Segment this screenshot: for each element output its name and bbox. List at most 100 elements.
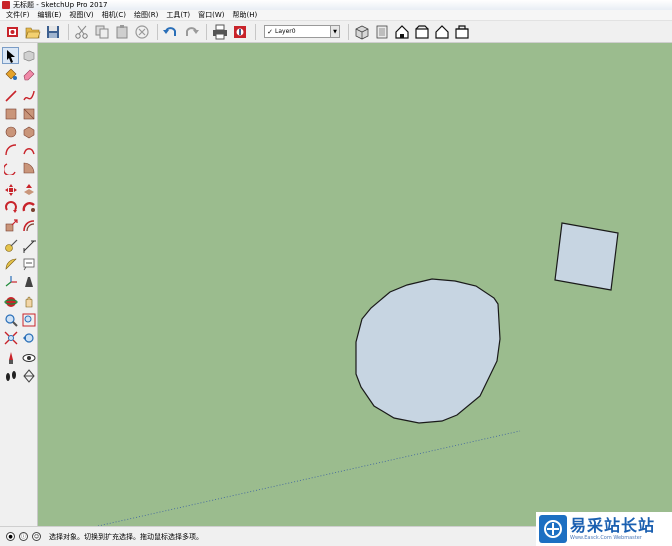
rectangle-icon[interactable] bbox=[2, 105, 19, 122]
layer-value: Layer0 bbox=[275, 28, 296, 35]
watermark: 易采站长站 Www.Easck.Com Webmaster bbox=[536, 512, 672, 546]
sketchup-app-icon bbox=[2, 1, 10, 9]
chevron-down-icon[interactable]: ▼ bbox=[330, 26, 339, 37]
viewport-scene bbox=[38, 43, 672, 526]
3d-text-icon[interactable] bbox=[20, 273, 37, 290]
save-icon[interactable] bbox=[44, 23, 62, 41]
rotate-icon[interactable] bbox=[2, 199, 19, 216]
copy-icon[interactable] bbox=[93, 23, 111, 41]
look-around-icon[interactable] bbox=[20, 349, 37, 366]
protractor-icon[interactable] bbox=[2, 255, 19, 272]
top-view-icon[interactable] bbox=[373, 23, 391, 41]
watermark-logo-icon bbox=[539, 515, 567, 543]
follow-me-icon[interactable] bbox=[20, 199, 37, 216]
open-icon[interactable] bbox=[24, 23, 42, 41]
main-toolbar: ✓ Layer0 ▼ bbox=[0, 21, 672, 43]
section-plane-icon[interactable] bbox=[20, 367, 37, 384]
undo-icon[interactable] bbox=[162, 23, 180, 41]
offset-icon[interactable] bbox=[20, 217, 37, 234]
line-icon[interactable] bbox=[2, 87, 19, 104]
zoom-window-icon[interactable] bbox=[20, 311, 37, 328]
toolbar-separator bbox=[68, 23, 69, 40]
tool-row bbox=[2, 141, 38, 158]
tool-row bbox=[2, 255, 38, 272]
previous-view-icon[interactable] bbox=[20, 329, 37, 346]
make-component-icon[interactable] bbox=[20, 47, 37, 64]
menu-file[interactable]: 文件(F) bbox=[2, 10, 34, 20]
tool-row bbox=[2, 367, 38, 384]
position-camera-icon[interactable] bbox=[2, 349, 19, 366]
cut-icon[interactable] bbox=[73, 23, 91, 41]
tool-row bbox=[2, 273, 38, 290]
back-view-icon[interactable] bbox=[433, 23, 451, 41]
model-info-icon[interactable] bbox=[231, 23, 249, 41]
watermark-text: 易采站长站 Www.Easck.Com Webmaster bbox=[570, 515, 656, 542]
credits-icon[interactable]: ⓘ bbox=[19, 532, 28, 541]
toolbar-separator bbox=[255, 23, 256, 40]
menu-window[interactable]: 窗口(W) bbox=[194, 10, 228, 20]
text-icon[interactable] bbox=[20, 255, 37, 272]
menu-bar: 文件(F) 编辑(E) 视图(V) 相机(C) 绘图(R) 工具(T) 窗口(W… bbox=[0, 10, 672, 21]
status-text: 选择对象。切换到扩充选择。拖动鼠标选择多项。 bbox=[49, 532, 203, 541]
tool-row bbox=[2, 311, 38, 328]
select-icon[interactable] bbox=[2, 47, 19, 64]
left-view-icon[interactable] bbox=[453, 23, 471, 41]
two-point-arc-icon[interactable] bbox=[20, 141, 37, 158]
tool-row bbox=[2, 65, 38, 82]
menu-camera[interactable]: 相机(C) bbox=[98, 10, 130, 20]
toolbar-separator bbox=[348, 23, 349, 40]
layer-active-check: ✓ bbox=[267, 27, 273, 36]
push-pull-icon[interactable] bbox=[20, 181, 37, 198]
pan-icon[interactable] bbox=[20, 293, 37, 310]
large-tool-set bbox=[0, 43, 38, 526]
tool-row bbox=[2, 47, 38, 64]
tool-row bbox=[2, 349, 38, 366]
pie-icon[interactable] bbox=[20, 159, 37, 176]
toolbar-separator bbox=[206, 23, 207, 40]
tool-row bbox=[2, 123, 38, 140]
orbit-icon[interactable] bbox=[2, 293, 19, 310]
circle-icon[interactable] bbox=[2, 123, 19, 140]
print-icon[interactable] bbox=[211, 23, 229, 41]
freehand-icon[interactable] bbox=[20, 87, 37, 104]
erase-icon[interactable] bbox=[133, 23, 151, 41]
menu-tools[interactable]: 工具(T) bbox=[162, 10, 194, 20]
layer-dropdown[interactable]: ✓ Layer0 ▼ bbox=[264, 25, 340, 38]
menu-draw[interactable]: 绘图(R) bbox=[130, 10, 162, 20]
getting-started-icon[interactable] bbox=[4, 23, 22, 41]
tape-measure-icon[interactable] bbox=[2, 237, 19, 254]
polygon-icon[interactable] bbox=[20, 123, 37, 140]
move-icon[interactable] bbox=[2, 181, 19, 198]
tool-row bbox=[2, 87, 38, 104]
drawing-viewport[interactable] bbox=[38, 43, 672, 526]
paint-bucket-icon[interactable] bbox=[2, 65, 19, 82]
user-icon[interactable]: ☺ bbox=[32, 532, 41, 541]
menu-help[interactable]: 帮助(H) bbox=[228, 10, 261, 20]
right-view-icon[interactable] bbox=[413, 23, 431, 41]
axes-icon[interactable] bbox=[2, 273, 19, 290]
paste-icon[interactable] bbox=[113, 23, 131, 41]
arc-icon[interactable] bbox=[2, 141, 19, 158]
zoom-icon[interactable] bbox=[2, 311, 19, 328]
menu-edit[interactable]: 编辑(E) bbox=[34, 10, 66, 20]
square-face[interactable] bbox=[554, 222, 619, 291]
three-point-arc-icon[interactable] bbox=[2, 159, 19, 176]
menu-view[interactable]: 视图(V) bbox=[65, 10, 97, 20]
front-view-icon[interactable] bbox=[393, 23, 411, 41]
geo-location-icon[interactable]: ● bbox=[6, 532, 15, 541]
watermark-title: 易采站长站 bbox=[570, 515, 656, 535]
tool-row bbox=[2, 293, 38, 310]
redo-icon[interactable] bbox=[182, 23, 200, 41]
rotated-rectangle-icon[interactable] bbox=[20, 105, 37, 122]
eraser-icon[interactable] bbox=[20, 65, 37, 82]
walk-icon[interactable] bbox=[2, 367, 19, 384]
dimension-icon[interactable] bbox=[20, 237, 37, 254]
tool-row bbox=[2, 237, 38, 254]
iso-view-icon[interactable] bbox=[353, 23, 371, 41]
scale-icon[interactable] bbox=[2, 217, 19, 234]
tool-row bbox=[2, 329, 38, 346]
window-title: 无标题 - SketchUp Pro 2017 bbox=[13, 1, 108, 9]
zoom-extents-icon[interactable] bbox=[2, 329, 19, 346]
title-bar: 无标题 - SketchUp Pro 2017 bbox=[0, 0, 672, 10]
tool-row bbox=[2, 181, 38, 198]
